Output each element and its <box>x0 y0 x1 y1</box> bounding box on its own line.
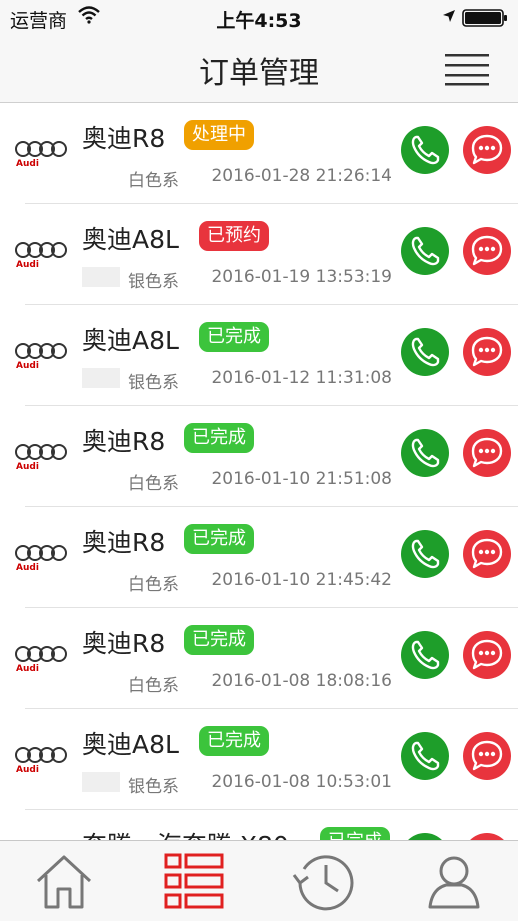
order-date: 2016-01-10 21:45:42 <box>211 570 392 590</box>
order-date: 2016-01-08 10:53:01 <box>211 772 392 792</box>
car-model: 奥迪R8 <box>82 629 166 658</box>
location-arrow-icon <box>442 8 456 27</box>
order-row[interactable]: Audi 奥迪A8L 已完成银色系 2016-01-08 10:53:01 <box>0 709 518 810</box>
audi-logo-icon: Audi <box>14 543 68 575</box>
order-date: 2016-01-08 18:08:16 <box>211 671 392 691</box>
tab-profile[interactable] <box>422 849 486 913</box>
status-badge: 处理中 <box>184 120 254 150</box>
tab-home[interactable] <box>32 849 96 913</box>
car-color: 银色系 <box>128 272 179 292</box>
status-badge: 已完成 <box>184 423 254 453</box>
order-date: 2016-01-12 11:31:08 <box>211 368 392 388</box>
call-button[interactable] <box>401 631 449 679</box>
call-button[interactable] <box>401 227 449 275</box>
tab-history[interactable] <box>292 849 356 913</box>
order-row[interactable]: Audi 奥迪R8 已完成白色系 2016-01-10 21:45:42 <box>0 507 518 608</box>
status-badge: 已预约 <box>199 221 269 251</box>
tab-bar <box>0 840 518 921</box>
status-badge: 已完成 <box>199 726 269 756</box>
car-model: 奥迪R8 <box>82 124 166 153</box>
message-button[interactable] <box>463 530 511 578</box>
brand-logo-text: Audi <box>16 765 39 775</box>
call-button[interactable] <box>401 429 449 477</box>
car-model: 奥迪A8L <box>82 326 179 355</box>
audi-logo-icon: Audi <box>14 341 68 373</box>
car-color: 白色系 <box>128 575 179 595</box>
call-button[interactable] <box>401 833 449 840</box>
call-button[interactable] <box>401 328 449 376</box>
message-button[interactable] <box>463 631 511 679</box>
history-icon <box>292 855 354 911</box>
order-date: 2016-01-10 21:51:08 <box>211 469 392 489</box>
order-list[interactable]: Audi 奥迪R8 处理中白色系 2016-01-28 21:26:14 Audi 奥迪A… <box>0 103 518 840</box>
car-color: 白色系 <box>128 474 179 494</box>
status-badge: 已完成 <box>320 827 390 840</box>
order-row[interactable]: Audi 奥迪R8 已完成白色系 2016-01-08 18:08:16 <box>0 608 518 709</box>
message-button[interactable] <box>463 126 511 174</box>
battery-icon <box>462 9 510 31</box>
brand-logo-text: Audi <box>16 260 39 270</box>
status-badge: 已完成 <box>199 322 269 352</box>
order-row[interactable]: Audi 奥迪R8 已完成白色系 2016-01-10 21:51:08 <box>0 406 518 507</box>
menu-button[interactable] <box>444 52 490 86</box>
page-title: 订单管理 <box>199 56 319 91</box>
home-icon <box>36 855 92 909</box>
call-button[interactable] <box>401 732 449 780</box>
car-model: 奔腾 - 海奔腾 X80 <box>82 826 289 840</box>
car-model: 奥迪A8L <box>82 225 179 254</box>
status-badge: 已完成 <box>184 625 254 655</box>
plate-placeholder <box>82 267 120 287</box>
brand-logo-text: Audi <box>16 563 39 573</box>
brand-logo-text: Audi <box>16 361 39 371</box>
message-button[interactable] <box>463 732 511 780</box>
brand-logo-text: Audi <box>16 462 39 472</box>
car-model: 奥迪R8 <box>82 528 166 557</box>
plate-placeholder <box>82 368 120 388</box>
list-icon <box>164 853 224 909</box>
audi-logo-icon: Audi <box>14 139 68 171</box>
message-button[interactable] <box>463 429 511 477</box>
call-button[interactable] <box>401 126 449 174</box>
audi-logo-icon: Audi <box>14 442 68 474</box>
tab-orders[interactable] <box>162 849 226 913</box>
order-row[interactable]: Audi 奥迪A8L 已完成银色系 2016-01-12 11:31:08 <box>0 305 518 406</box>
car-color: 银色系 <box>128 777 179 797</box>
order-row[interactable]: 奔腾 - 海奔腾 X80 已完成 <box>0 810 518 840</box>
status-time: 上午4:53 <box>216 10 302 32</box>
car-model: 奥迪R8 <box>82 427 166 456</box>
brand-logo-text: Audi <box>16 664 39 674</box>
user-icon <box>428 856 480 909</box>
order-row[interactable]: Audi 奥迪A8L 已预约银色系 2016-01-19 13:53:19 <box>0 204 518 305</box>
car-color: 白色系 <box>128 171 179 191</box>
message-button[interactable] <box>463 328 511 376</box>
car-model: 奥迪A8L <box>82 730 179 759</box>
message-button[interactable] <box>463 833 511 840</box>
brand-logo-text: Audi <box>16 159 39 169</box>
car-color: 银色系 <box>128 373 179 393</box>
audi-logo-icon: Audi <box>14 745 68 777</box>
audi-logo-icon: Audi <box>14 240 68 272</box>
order-date: 2016-01-19 13:53:19 <box>211 267 392 287</box>
status-badge: 已完成 <box>184 524 254 554</box>
hamburger-menu-icon <box>445 54 489 86</box>
order-row[interactable]: Audi 奥迪R8 处理中白色系 2016-01-28 21:26:14 <box>0 103 518 204</box>
plate-placeholder <box>82 772 120 792</box>
nav-bar: 订单管理 <box>0 34 518 103</box>
car-color: 白色系 <box>128 676 179 696</box>
audi-logo-icon: Audi <box>14 644 68 676</box>
message-button[interactable] <box>463 227 511 275</box>
order-date: 2016-01-28 21:26:14 <box>211 166 392 186</box>
status-bar: 运营商 上午4:53 <box>0 0 518 34</box>
call-button[interactable] <box>401 530 449 578</box>
